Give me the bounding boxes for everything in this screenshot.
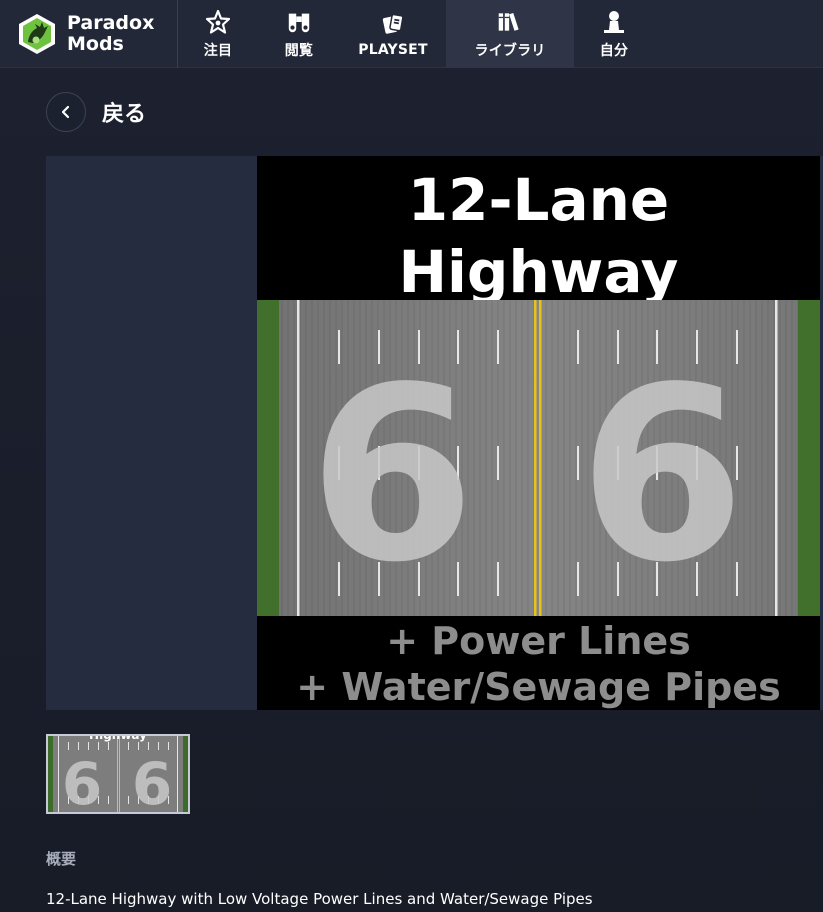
thumbnail-title-fragment: Highway bbox=[89, 734, 147, 742]
hero-image-title: 12-Lane Highway bbox=[257, 164, 820, 308]
nav-featured[interactable]: 注目 bbox=[178, 0, 258, 68]
nav-library[interactable]: ライブラリ bbox=[446, 0, 574, 68]
road-number-left: 6 bbox=[309, 335, 476, 615]
back-label: 戻る bbox=[102, 102, 147, 127]
thumbnail-number-right: 6 bbox=[132, 750, 172, 812]
hydra-logo-icon bbox=[19, 14, 55, 54]
nav-profile-label: 自分 bbox=[599, 42, 629, 59]
hero-title-line1: 12-Lane bbox=[407, 166, 670, 234]
nav-browse[interactable]: 閲覧 bbox=[258, 0, 340, 68]
hero-image[interactable]: 12-Lane Highway 6 6 + Power Lines + Wate… bbox=[257, 156, 820, 710]
gallery-thumbnail[interactable]: 6 6 Highway bbox=[46, 734, 190, 814]
nav-playset-label: PLAYSET bbox=[358, 41, 428, 58]
person-icon bbox=[601, 9, 627, 35]
thumbnail-number-left: 6 bbox=[62, 750, 102, 812]
image-gallery: 12-Lane Highway 6 6 + Power Lines + Wate… bbox=[46, 156, 823, 710]
brand-name-line2: Mods bbox=[67, 33, 124, 55]
back-navigation[interactable]: 戻る bbox=[46, 92, 146, 132]
nav-browse-label: 閲覧 bbox=[284, 42, 314, 59]
top-navigation-bar: Paradox Mods 注目 閲覧 PLAYSET ライブラリ 自分 bbox=[0, 0, 823, 68]
hero-image-subtitle: + Power Lines + Water/Sewage Pipes bbox=[257, 618, 820, 710]
nav-playset[interactable]: PLAYSET bbox=[340, 0, 446, 68]
hero-title-line2: Highway bbox=[398, 238, 679, 306]
cards-icon bbox=[380, 11, 406, 37]
nav-library-label: ライブラリ bbox=[474, 42, 546, 59]
thumbnail-road-illustration: 6 6 bbox=[48, 736, 188, 812]
brand-name-line1: Paradox bbox=[67, 12, 155, 34]
hero-sub-line2: + Water/Sewage Pipes bbox=[296, 665, 781, 709]
road-number-right: 6 bbox=[579, 335, 746, 615]
star-badge-icon bbox=[205, 9, 231, 35]
binoculars-icon bbox=[286, 9, 312, 35]
nav-featured-label: 注目 bbox=[203, 42, 233, 59]
chevron-left-icon bbox=[61, 105, 70, 119]
books-icon bbox=[497, 9, 523, 35]
brand-home-link[interactable]: Paradox Mods bbox=[0, 0, 178, 68]
overview-heading: 概要 bbox=[46, 850, 77, 868]
nav-profile[interactable]: 自分 bbox=[574, 0, 654, 68]
back-button[interactable] bbox=[46, 92, 86, 132]
hero-sub-line1: + Power Lines bbox=[386, 619, 691, 663]
mod-summary-text: 12-Lane Highway with Low Voltage Power L… bbox=[46, 890, 593, 908]
highway-road-illustration: 6 6 bbox=[257, 300, 820, 616]
